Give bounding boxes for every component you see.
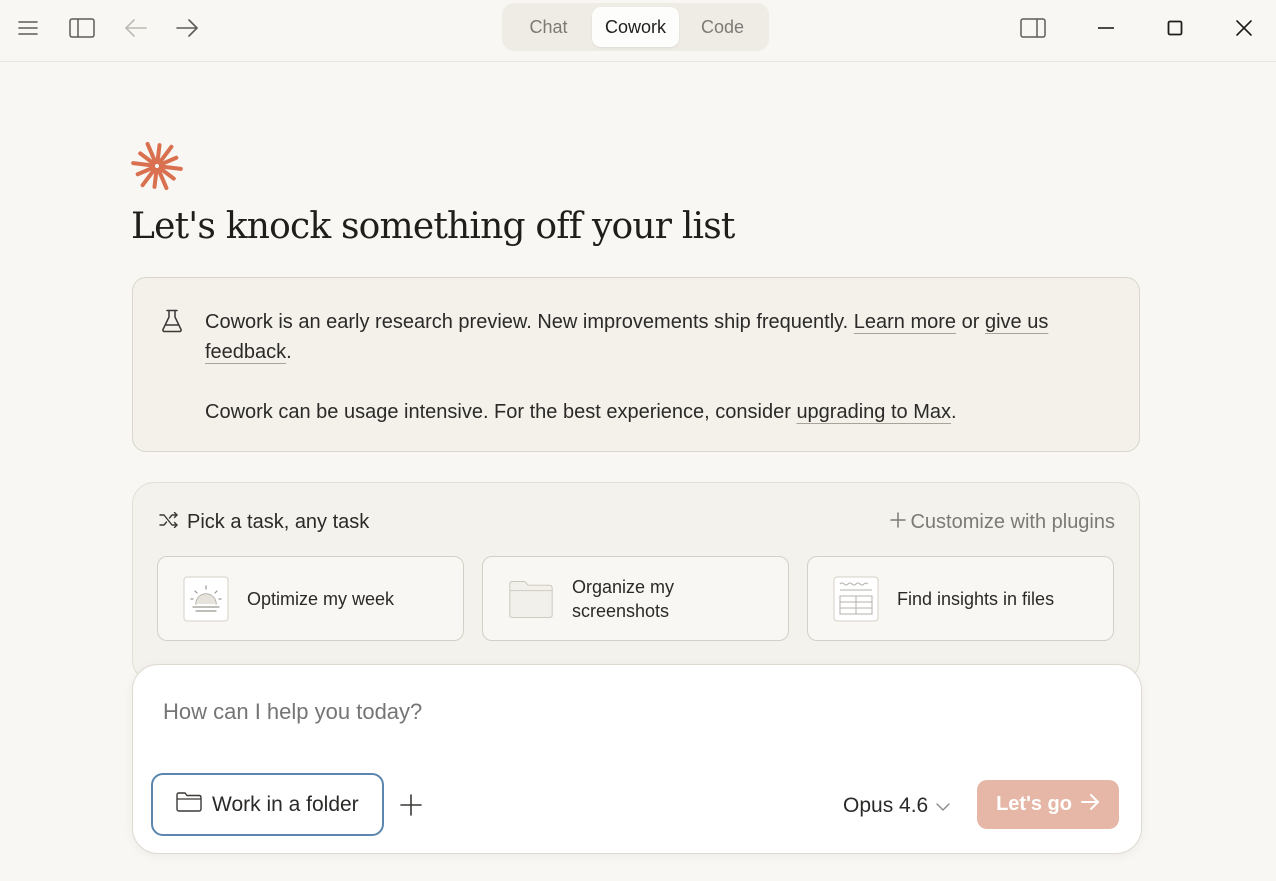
close-icon[interactable]: [1229, 13, 1259, 43]
learn-more-link[interactable]: Learn more: [854, 311, 956, 333]
sidebar-toggle-icon[interactable]: [67, 13, 97, 43]
task-card-find-insights[interactable]: Find insights in files: [807, 556, 1114, 641]
tasks-header: Pick a task, any task: [159, 511, 369, 534]
notice-paragraph-2: Cowork can be usage intensive. For the b…: [205, 397, 1105, 427]
minimize-icon[interactable]: [1091, 13, 1121, 43]
folder-icon: [176, 791, 202, 818]
maximize-icon[interactable]: [1160, 13, 1190, 43]
notice-period-2: .: [950, 401, 957, 423]
tab-code[interactable]: Code: [681, 7, 764, 47]
customize-plugins-button[interactable]: Customize with plugins: [890, 511, 1115, 534]
task-card-optimize-week[interactable]: Optimize my week: [157, 556, 464, 641]
task-card-organize-screenshots[interactable]: Organize my screenshots: [482, 556, 789, 641]
submit-label: Let's go: [996, 793, 1072, 815]
claude-logo-icon: [131, 140, 183, 192]
research-preview-notice: Cowork is an early research preview. New…: [132, 277, 1140, 452]
upgrade-link[interactable]: upgrading to Max: [796, 401, 951, 423]
model-selector[interactable]: Opus 4.6: [843, 791, 950, 821]
plus-icon: [890, 511, 907, 534]
add-attachment-button[interactable]: [397, 791, 425, 819]
tab-chat[interactable]: Chat: [507, 7, 590, 47]
model-label: Opus 4.6: [843, 794, 929, 817]
tasks-title: Pick a task, any task: [187, 511, 370, 533]
notice-text-1: Cowork is an early research preview. New…: [205, 311, 854, 333]
page-title: Let's knock something off your list: [131, 206, 735, 247]
task-label: Find insights in files: [897, 588, 1055, 609]
tab-cowork[interactable]: Cowork: [592, 7, 679, 47]
prompt-input[interactable]: [163, 699, 1103, 725]
forward-arrow-icon[interactable]: [172, 13, 202, 43]
plus-icon: [400, 794, 422, 816]
prompt-composer: Work in a folder Opus 4.6 Let's go: [132, 664, 1142, 854]
spreadsheet-icon: [833, 576, 879, 622]
submit-button[interactable]: Let's go: [977, 780, 1119, 829]
notice-period-1: .: [286, 341, 292, 363]
back-arrow-icon[interactable]: [121, 13, 151, 43]
folder-button-label: Work in a folder: [212, 792, 359, 816]
panel-toggle-icon[interactable]: [1018, 13, 1048, 43]
flask-icon: [161, 309, 183, 338]
menu-icon[interactable]: [13, 13, 43, 43]
title-bar: Chat Cowork Code: [0, 0, 1276, 62]
notice-text-2: Cowork can be usage intensive. For the b…: [205, 401, 797, 423]
sunrise-calendar-icon: [183, 576, 229, 622]
mode-switcher: Chat Cowork Code: [502, 3, 769, 51]
task-suggestions-panel: Pick a task, any task Customize with plu…: [132, 482, 1140, 682]
arrow-right-icon: [1080, 793, 1100, 816]
task-label: Organize my screenshots: [572, 576, 675, 621]
customize-label: Customize with plugins: [910, 511, 1115, 533]
folder-icon: [508, 576, 554, 622]
chevron-down-icon: [936, 794, 950, 818]
work-in-folder-button[interactable]: Work in a folder: [151, 773, 384, 836]
shuffle-icon: [159, 511, 179, 534]
notice-or: or: [956, 311, 985, 333]
notice-paragraph-1: Cowork is an early research preview. New…: [205, 307, 1105, 367]
task-label: Optimize my week: [247, 588, 395, 609]
